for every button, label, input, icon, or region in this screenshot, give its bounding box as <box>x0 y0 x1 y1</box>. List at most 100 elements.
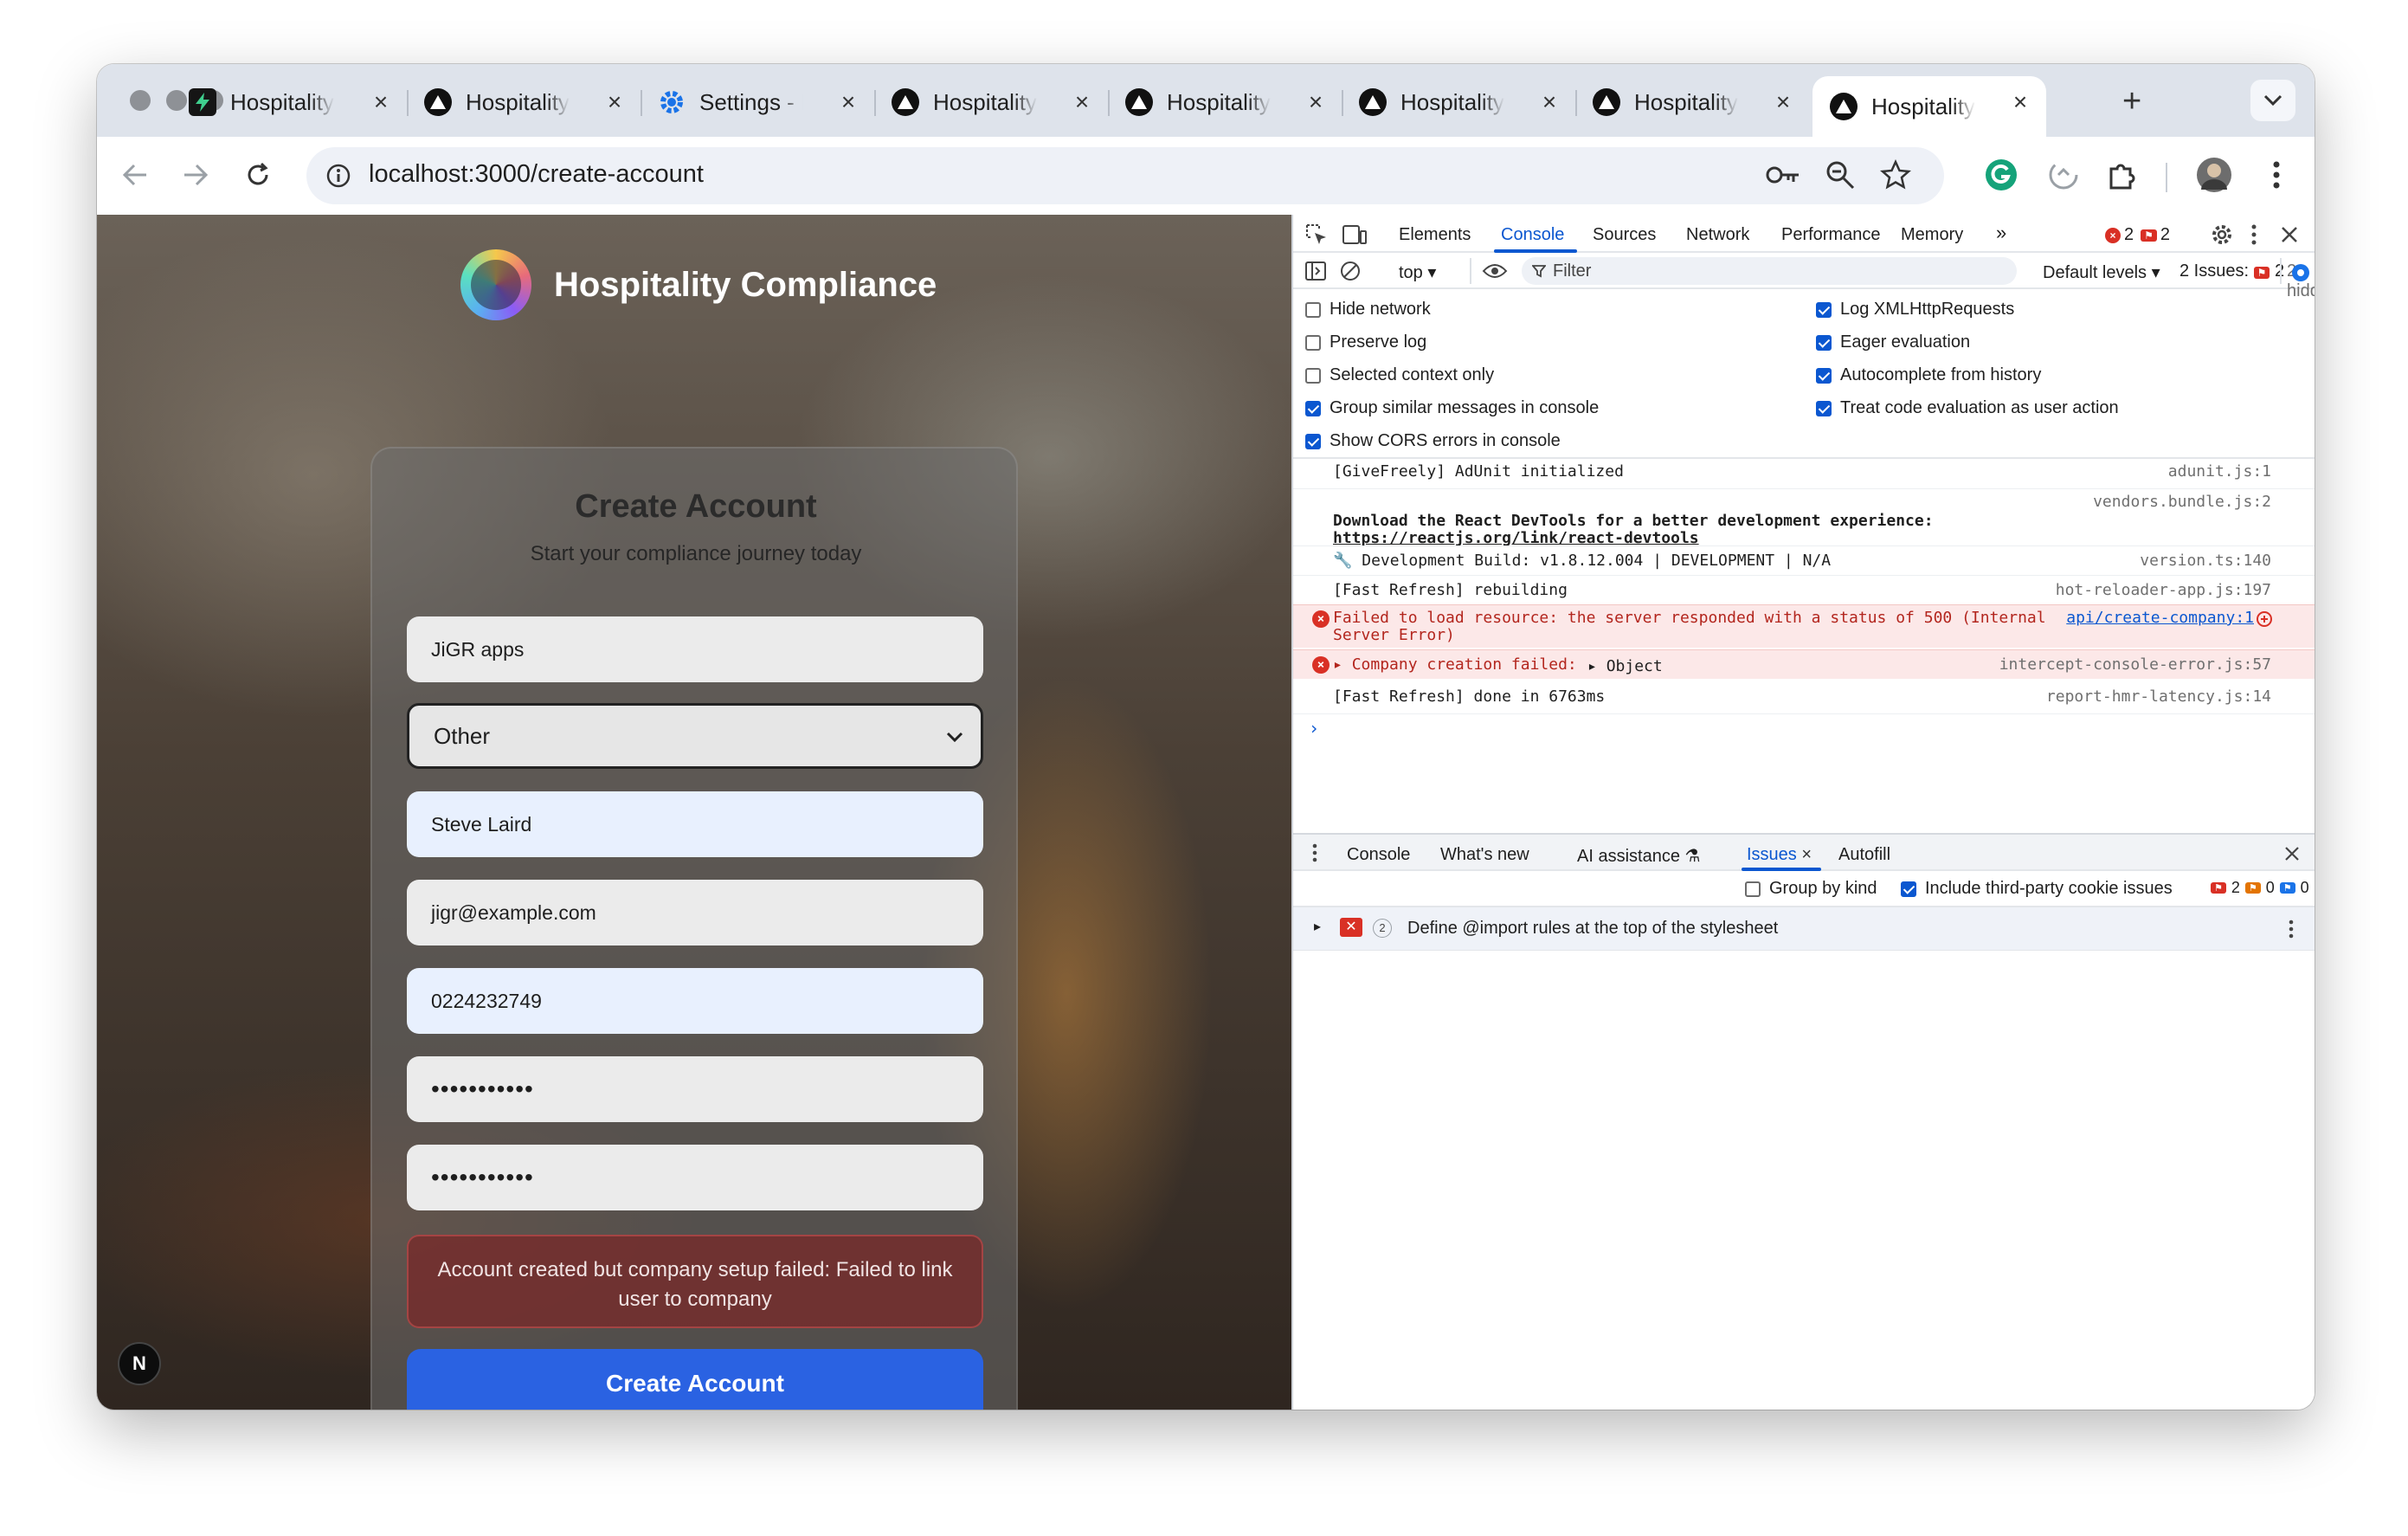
log-source-link[interactable]: hot-reloader-app.js:197 <box>2056 581 2271 599</box>
company-name-input[interactable]: JiGR apps <box>407 616 983 682</box>
close-tab-icon[interactable]: × <box>1302 88 1330 116</box>
include-third-party-checkbox[interactable] <box>1901 881 1916 897</box>
settings-gear-icon[interactable] <box>2211 223 2233 246</box>
business-type-select[interactable]: Other <box>407 703 983 769</box>
console-filter-input[interactable]: Filter <box>1522 257 2017 285</box>
react-devtools-link[interactable]: https://reactjs.org/link/react-devtools <box>1333 529 1699 547</box>
tab-console[interactable]: Console <box>1501 225 1564 245</box>
log-xhr-checkbox[interactable] <box>1816 302 1832 318</box>
close-window-button[interactable] <box>130 90 151 111</box>
browser-tab[interactable]: Hospitality × <box>1342 76 1577 128</box>
more-tabs-icon[interactable]: » <box>1996 222 2006 244</box>
tab-sources[interactable]: Sources <box>1593 225 1656 245</box>
console-settings-gear-icon[interactable] <box>2290 262 2311 283</box>
preserve-log-checkbox[interactable] <box>1305 335 1321 351</box>
close-drawer-icon[interactable] <box>2283 845 2301 862</box>
close-tab-icon[interactable]: × <box>834 88 862 116</box>
context-selector[interactable]: top ▾ <box>1399 261 1436 283</box>
tab-performance[interactable]: Performance <box>1781 225 1881 245</box>
issues-counter[interactable]: 2 Issues: ⚑ 2 <box>2179 261 2284 281</box>
object-preview[interactable]: ▸ Object <box>1587 657 1663 675</box>
address-bar[interactable]: localhost:3000/create-account <box>306 147 1944 204</box>
issue-menu-icon[interactable] <box>2289 920 2294 939</box>
close-tab-icon[interactable]: × <box>2006 88 2034 116</box>
close-tab-icon[interactable]: × <box>1769 88 1797 116</box>
tab-title: Hospitality <box>1871 93 1975 119</box>
browser-tab[interactable]: Hospitality × <box>1108 76 1343 128</box>
log-source-link[interactable]: version.ts:140 <box>2140 552 2271 570</box>
tab-elements[interactable]: Elements <box>1399 225 1471 245</box>
phone-input[interactable]: 0224232749 <box>407 968 983 1034</box>
vercel-triangle-icon <box>1359 88 1387 116</box>
nextjs-dev-indicator[interactable]: N <box>118 1342 161 1385</box>
show-cors-checkbox[interactable] <box>1305 434 1321 449</box>
drawer-tab-ai-assistance[interactable]: AI assistance ⚗ <box>1577 845 1700 867</box>
drawer-tab-autofill[interactable]: Autofill <box>1838 845 1890 865</box>
url-text[interactable]: localhost:3000/create-account <box>369 160 704 189</box>
browser-tab[interactable]: Hospitality × <box>1575 76 1809 128</box>
expandable-message[interactable]: ▸ Company creation failed: <box>1333 655 1577 674</box>
browser-menu-icon[interactable] <box>2257 156 2295 194</box>
tab-network[interactable]: Network <box>1686 225 1749 245</box>
close-devtools-icon[interactable] <box>2280 225 2299 244</box>
close-tab-icon[interactable]: × <box>601 88 628 116</box>
back-button[interactable] <box>116 156 154 194</box>
close-tab-icon[interactable]: × <box>1801 845 1812 864</box>
network-request-icon[interactable] <box>2256 610 2273 628</box>
log-source-link[interactable]: vendors.bundle.js:2 <box>2093 493 2271 511</box>
browser-toolbar: localhost:3000/create-account <box>97 137 2315 215</box>
drawer-menu-icon[interactable] <box>1312 843 1317 862</box>
group-by-kind-checkbox[interactable] <box>1745 881 1761 897</box>
log-source-link[interactable]: intercept-console-error.js:57 <box>1999 655 2271 674</box>
full-name-input[interactable]: Steve Laird <box>407 791 983 857</box>
drawer-tab-console[interactable]: Console <box>1347 845 1410 865</box>
tab-search-button[interactable] <box>2250 80 2295 121</box>
browser-tab-active[interactable]: Hospitality × <box>1812 76 2046 137</box>
confirm-password-input[interactable]: ••••••••••• <box>407 1145 983 1210</box>
new-tab-button[interactable]: + <box>2122 85 2141 118</box>
live-expression-eye-icon[interactable] <box>1482 261 1508 281</box>
browser-tab[interactable]: Hospitality × <box>171 76 409 128</box>
key-icon[interactable] <box>1766 159 1800 195</box>
close-tab-icon[interactable]: × <box>1536 88 1563 116</box>
drawer-tab-whats-new[interactable]: What's new <box>1440 845 1529 865</box>
error-counter[interactable]: × 2 ⚑ 2 <box>2105 225 2170 245</box>
info-icon[interactable] <box>325 163 351 189</box>
extensions-puzzle-icon[interactable] <box>2103 156 2141 194</box>
bookmark-star-icon[interactable] <box>1879 158 1912 195</box>
log-source-link[interactable]: adunit.js:1 <box>2168 462 2271 481</box>
browser-tab[interactable]: Hospitality × <box>874 76 1110 128</box>
device-toolbar-icon[interactable] <box>1342 223 1368 246</box>
extension-progress-icon[interactable] <box>2044 156 2083 194</box>
email-input[interactable]: jigr@example.com <box>407 880 983 945</box>
autocomplete-checkbox[interactable] <box>1816 368 1832 384</box>
profile-avatar[interactable] <box>2195 156 2233 194</box>
drawer-tab-issues[interactable]: Issues × <box>1747 845 1812 865</box>
hide-network-checkbox[interactable] <box>1305 302 1321 318</box>
issue-row[interactable]: ▸ ✕ 2 Define @import rules at the top of… <box>1293 907 2315 951</box>
devtools-menu-icon[interactable] <box>2250 223 2257 246</box>
log-levels-dropdown[interactable]: Default levels ▾ <box>2043 261 2160 283</box>
clear-console-icon[interactable] <box>1340 261 1361 281</box>
selected-context-checkbox[interactable] <box>1305 368 1321 384</box>
grammarly-extension-icon[interactable] <box>1982 156 2020 194</box>
password-input[interactable]: ••••••••••• <box>407 1056 983 1122</box>
log-entry: [Fast Refresh] done in 6763ms report-hmr… <box>1333 687 2271 706</box>
eager-eval-checkbox[interactable] <box>1816 335 1832 351</box>
zoom-icon[interactable] <box>1825 159 1856 195</box>
reload-button[interactable] <box>239 156 277 194</box>
forward-button[interactable] <box>177 156 215 194</box>
log-source-link[interactable]: api/create-company:1 <box>2066 609 2254 627</box>
close-tab-icon[interactable]: × <box>1068 88 1096 116</box>
group-similar-checkbox[interactable] <box>1305 401 1321 416</box>
sidebar-toggle-icon[interactable] <box>1305 261 1326 281</box>
log-source-link[interactable]: report-hmr-latency.js:14 <box>2046 687 2271 706</box>
browser-tab[interactable]: Settings - I × <box>641 76 876 128</box>
treat-eval-checkbox[interactable] <box>1816 401 1832 416</box>
close-tab-icon[interactable]: × <box>367 88 395 116</box>
create-account-button[interactable]: Create Account <box>407 1349 983 1410</box>
inspect-element-icon[interactable] <box>1305 223 1328 246</box>
console-prompt[interactable]: › <box>1293 713 2315 741</box>
tab-memory[interactable]: Memory <box>1901 225 1963 245</box>
browser-tab[interactable]: Hospitality × <box>407 76 642 128</box>
